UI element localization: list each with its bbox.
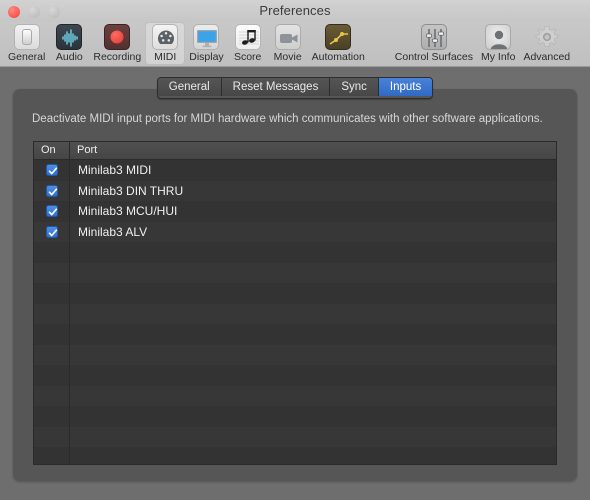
cell-on xyxy=(34,180,70,201)
cell-on xyxy=(34,283,70,304)
faders-icon xyxy=(420,24,447,50)
toolbar-label-score: Score xyxy=(233,51,262,63)
tab-inputs[interactable]: Inputs xyxy=(378,78,433,96)
toolbar-item-audio[interactable]: Audio xyxy=(49,22,89,65)
table-row-empty[interactable] xyxy=(34,426,556,447)
cell-on xyxy=(34,201,70,222)
cell-on xyxy=(34,160,70,181)
toolbar-label-midi: MIDI xyxy=(154,51,177,63)
toolbar-label-audio: Audio xyxy=(55,51,83,63)
table-row-empty[interactable] xyxy=(34,242,556,263)
cell-on xyxy=(34,262,70,283)
column-header-port[interactable]: Port xyxy=(70,142,556,159)
table-row-empty[interactable] xyxy=(34,344,556,365)
tab-group: General Reset Messages Sync Inputs xyxy=(156,77,434,99)
midi-din-icon xyxy=(152,24,179,50)
toolbar-label-general: General xyxy=(8,51,46,63)
cell-port: Minilab3 DIN THRU xyxy=(78,183,184,198)
toolbar-item-midi[interactable]: MIDI xyxy=(145,22,186,65)
cell-port: Minilab3 MCU/HUI xyxy=(78,204,178,219)
window-title: Preferences xyxy=(259,3,331,18)
tab-reset-messages[interactable]: Reset Messages xyxy=(221,78,331,96)
table-row[interactable]: Minilab3 DIN THRU xyxy=(34,180,556,201)
toolbar-item-recording[interactable]: Recording xyxy=(89,22,145,65)
table-header-row: On Port xyxy=(34,142,556,160)
toolbar-label-control-surfaces: Control Surfaces xyxy=(394,51,473,63)
port-enable-checkbox[interactable] xyxy=(45,184,58,197)
table-row[interactable]: Minilab3 ALV xyxy=(34,221,556,242)
video-camera-icon xyxy=(274,24,301,50)
gear-icon xyxy=(534,24,560,50)
toolbar-label-recording: Recording xyxy=(93,51,142,63)
table-row-empty[interactable] xyxy=(34,324,556,345)
table-body: Minilab3 MIDI Minilab3 DIN THRU Minilab3… xyxy=(34,160,556,464)
cell-on xyxy=(34,385,70,406)
audio-waveform-icon xyxy=(56,24,83,50)
cell-port: Minilab3 ALV xyxy=(78,224,148,239)
table-row[interactable]: Minilab3 MIDI xyxy=(34,160,556,181)
cell-on xyxy=(34,303,70,324)
cell-on xyxy=(34,406,70,427)
preferences-window: Preferences General Audio Recording MIDI… xyxy=(0,0,590,500)
cell-on xyxy=(34,447,70,464)
user-avatar-icon xyxy=(485,24,512,50)
midi-ports-table: On Port Minilab3 MIDI Minilab3 DIN THRU … xyxy=(33,141,557,465)
toolbar-item-score[interactable]: Score xyxy=(228,22,268,65)
cell-on xyxy=(34,365,70,386)
cell-on xyxy=(34,426,70,447)
toolbar-label-advanced: Advanced xyxy=(523,51,571,63)
port-enable-checkbox[interactable] xyxy=(45,225,58,238)
toolbar-item-general[interactable]: General xyxy=(4,22,49,65)
toolbar-label-automation: Automation xyxy=(311,51,365,63)
display-monitor-icon xyxy=(193,24,220,50)
port-enable-checkbox[interactable] xyxy=(45,164,58,177)
port-enable-checkbox[interactable] xyxy=(45,205,58,218)
table-row-empty[interactable] xyxy=(34,303,556,324)
cell-on xyxy=(34,344,70,365)
toolbar-item-automation[interactable]: Automation xyxy=(308,22,369,65)
cell-on xyxy=(34,242,70,263)
table-row-empty[interactable] xyxy=(34,262,556,283)
record-icon xyxy=(104,24,131,50)
window-titlebar: Preferences xyxy=(0,0,590,22)
automation-curve-icon xyxy=(325,24,352,50)
toolbar-label-movie: Movie xyxy=(273,51,302,63)
tab-sync[interactable]: Sync xyxy=(330,78,379,96)
toolbar-item-movie[interactable]: Movie xyxy=(268,22,308,65)
toolbar-item-my-info[interactable]: My Info xyxy=(477,22,519,65)
table-row[interactable]: Minilab3 MCU/HUI xyxy=(34,201,556,222)
toolbar-item-control-surfaces[interactable]: Control Surfaces xyxy=(391,22,477,65)
tab-general[interactable]: General xyxy=(157,78,222,96)
column-header-on[interactable]: On xyxy=(34,142,70,159)
panel-description: Deactivate MIDI input ports for MIDI har… xyxy=(32,113,543,125)
table-row-empty[interactable] xyxy=(34,365,556,386)
inputs-panel: Deactivate MIDI input ports for MIDI har… xyxy=(13,89,577,481)
toolbar-item-display[interactable]: Display xyxy=(185,22,227,65)
cell-port: Minilab3 MIDI xyxy=(78,163,152,178)
general-icon xyxy=(13,24,40,50)
table-row-empty[interactable] xyxy=(34,385,556,406)
table-row-empty[interactable] xyxy=(34,283,556,304)
tab-strip: General Reset Messages Sync Inputs xyxy=(0,77,590,99)
table-row-empty[interactable] xyxy=(34,406,556,427)
cell-on xyxy=(34,221,70,242)
toolbar-item-advanced[interactable]: Advanced xyxy=(519,22,574,65)
preferences-content: General Reset Messages Sync Inputs Deact… xyxy=(0,67,590,500)
toolbar-label-my-info: My Info xyxy=(481,51,516,63)
table-row-empty[interactable] xyxy=(34,447,556,464)
preferences-toolbar: General Audio Recording MIDI Display Sco… xyxy=(0,22,590,67)
toolbar-label-display: Display xyxy=(189,51,224,63)
cell-on xyxy=(34,324,70,345)
music-note-icon xyxy=(234,24,261,50)
